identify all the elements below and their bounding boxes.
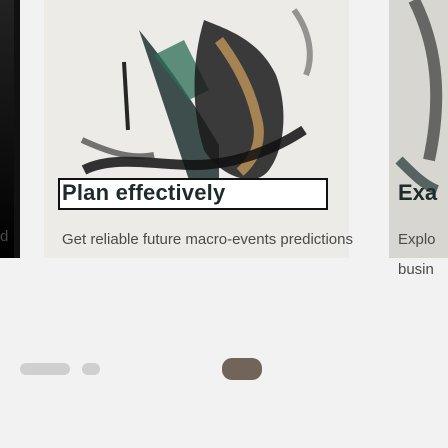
right-card-description-line-2: busin bbox=[398, 261, 434, 278]
card-image-plan-effectively bbox=[44, 0, 349, 258]
card-image-left bbox=[0, 0, 20, 258]
left-card-fragment: d bbox=[0, 228, 9, 245]
illustration bbox=[44, 0, 349, 258]
right-card-title[interactable]: Exa bbox=[398, 180, 437, 206]
illustration-right bbox=[389, 0, 448, 258]
card-image-right bbox=[389, 0, 448, 258]
thumbnail-shape bbox=[82, 363, 100, 375]
thumbnail-shape-dark bbox=[222, 358, 262, 380]
below-thumbnails bbox=[0, 352, 448, 386]
right-card-description-line-1: Explo bbox=[398, 231, 436, 248]
card-title[interactable]: Plan effectively bbox=[62, 180, 225, 206]
card-description: Get reliable future macro-events predict… bbox=[62, 231, 353, 248]
right-card-description: Explo busin bbox=[398, 225, 448, 285]
thumbnail-shape bbox=[20, 363, 70, 375]
